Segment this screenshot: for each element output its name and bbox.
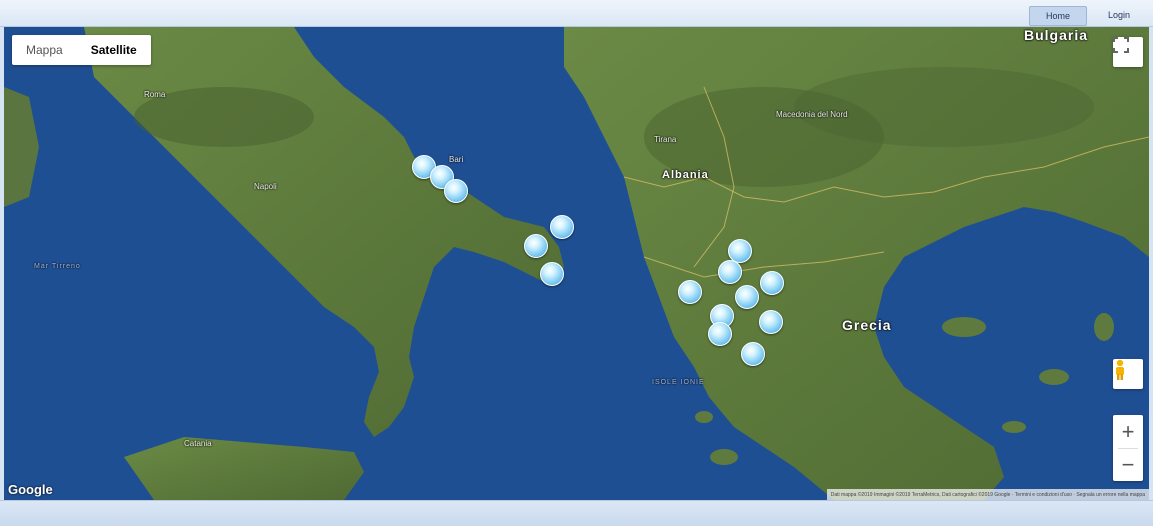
map-attribution[interactable]: Dati mappa ©2019 Immagini ©2019 TerraMet… — [826, 489, 1149, 500]
satellite-imagery — [4, 27, 1149, 500]
map-marker[interactable] — [708, 322, 732, 346]
map-type-map-button[interactable]: Mappa — [12, 35, 77, 65]
zoom-out-button[interactable]: − — [1113, 449, 1143, 481]
label-napoli: Napoli — [254, 182, 277, 191]
map-marker[interactable] — [550, 215, 574, 239]
google-logo: Google — [8, 482, 53, 497]
label-macedonia: Macedonia del Nord — [776, 110, 848, 119]
label-tirana: Tirana — [654, 135, 677, 144]
label-bulgaria: Bulgaria — [1024, 27, 1089, 43]
zoom-control: + − — [1113, 415, 1143, 481]
map-marker[interactable] — [759, 310, 783, 334]
label-bari: Bari — [449, 155, 464, 164]
label-grecia: Grecia — [842, 317, 892, 333]
map-type-control: Mappa Satellite — [12, 35, 151, 65]
label-albania: Albania — [662, 169, 709, 181]
label-mar-tirreno: Mar Tirreno — [34, 263, 81, 270]
fullscreen-button[interactable] — [1113, 37, 1143, 67]
map-marker[interactable] — [718, 260, 742, 284]
login-button[interactable]: Login — [1091, 6, 1147, 24]
map-marker[interactable] — [678, 280, 702, 304]
map-marker[interactable] — [760, 271, 784, 295]
map-marker[interactable] — [444, 179, 468, 203]
pegman-icon — [1116, 359, 1124, 380]
street-view-button[interactable] — [1113, 359, 1143, 389]
map-marker[interactable] — [735, 285, 759, 309]
map-type-satellite-button[interactable]: Satellite — [77, 35, 151, 65]
bottom-bar — [0, 500, 1153, 526]
fullscreen-icon — [1113, 37, 1129, 53]
map-marker[interactable] — [524, 234, 548, 258]
nav-bar: Home Login — [1025, 6, 1147, 26]
home-button[interactable]: Home — [1029, 6, 1087, 26]
label-isole-ionie: ISOLE IONIE — [652, 379, 705, 386]
zoom-in-button[interactable]: + — [1113, 416, 1143, 448]
map-marker[interactable] — [741, 342, 765, 366]
top-bar: Home Login — [0, 0, 1153, 27]
label-catania: Catania — [184, 439, 212, 448]
label-roma: Roma — [144, 90, 166, 99]
map-view[interactable]: Bulgaria Albania Grecia Macedonia del No… — [4, 27, 1149, 500]
map-marker[interactable] — [540, 262, 564, 286]
